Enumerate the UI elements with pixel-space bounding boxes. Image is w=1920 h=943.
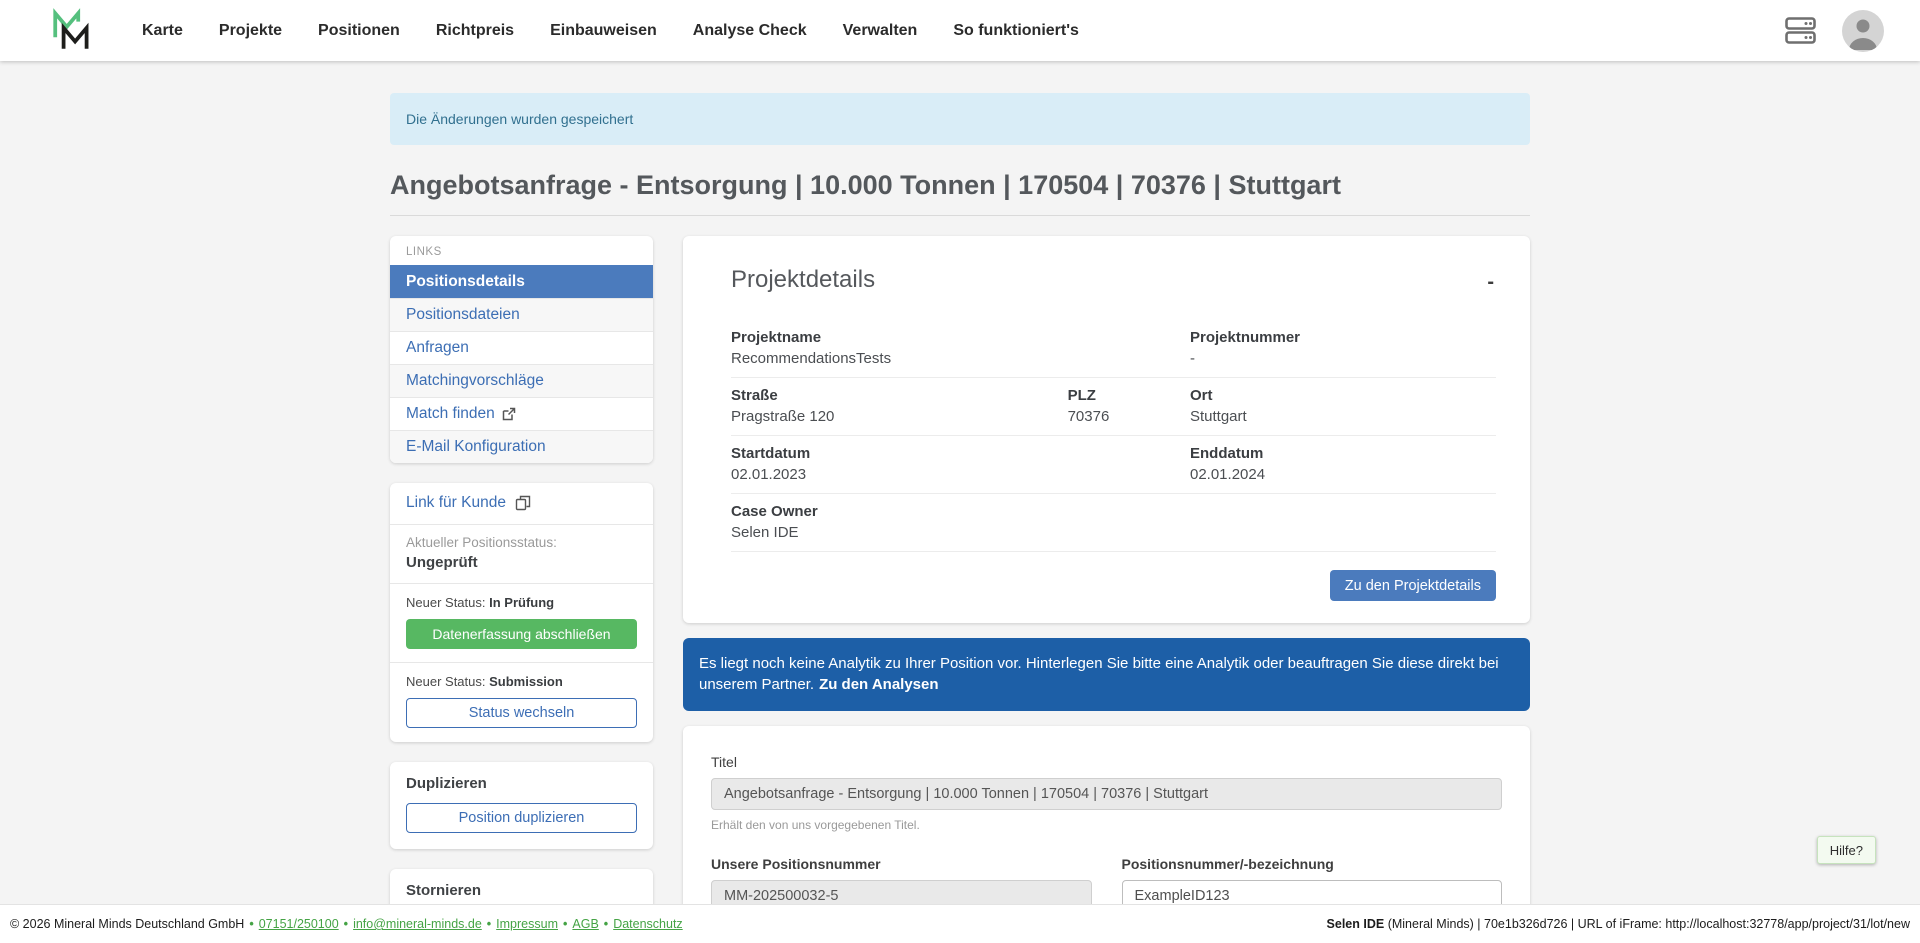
sidebar-item-positionsdateien[interactable]: Positionsdateien — [390, 298, 653, 331]
copy-icon — [515, 495, 531, 511]
field-row: StraßePragstraße 120 PLZ70376 OrtStuttga… — [731, 378, 1496, 436]
app-bar: Karte Projekte Positionen Richtpreis Ein… — [0, 0, 1920, 61]
current-status-block: Aktueller Positionsstatus: Ungeprüft — [390, 525, 653, 584]
copyright-text: © 2026 Mineral Minds Deutschland GmbH — [10, 917, 244, 931]
session-info: Selen IDE (Mineral Minds) | 70e1b326d726… — [1327, 917, 1910, 931]
project-details-card: Projektdetails - ProjektnameRecommendati… — [683, 236, 1530, 623]
links-header: LINKS — [390, 236, 653, 265]
nav-item-richtpreis[interactable]: Richtpreis — [436, 22, 514, 40]
page-content: Die Änderungen wurden gespeichert Angebo… — [0, 61, 1920, 943]
server-icon — [1785, 17, 1816, 44]
duplicate-card: Duplizieren Position duplizieren — [390, 762, 653, 849]
our-position-number-label: Unsere Positionsnummer — [711, 856, 1092, 872]
project-details-fields: ProjektnameRecommendationsTests Projektn… — [731, 320, 1496, 552]
footer-link-impressum[interactable]: Impressum — [496, 917, 558, 931]
sidebar: LINKS Positionsdetails Positionsdateien … — [390, 236, 653, 943]
sidebar-item-matchingvorschlaege[interactable]: Matchingvorschläge — [390, 364, 653, 397]
brand-logo[interactable] — [50, 8, 96, 54]
footer-link-agb[interactable]: AGB — [572, 917, 598, 931]
nav-item-analyse-check[interactable]: Analyse Check — [693, 22, 807, 40]
footer-link-datenschutz[interactable]: Datenschutz — [613, 917, 682, 931]
title-helper-text: Erhält den von uns vorgegebenen Titel. — [711, 818, 1502, 832]
cancel-title: Stornieren — [406, 882, 637, 899]
customer-link[interactable]: Link für Kunde — [390, 483, 653, 525]
customer-link-label: Link für Kunde — [406, 494, 506, 512]
footer-link-phone[interactable]: 07151/250100 — [259, 917, 339, 931]
sidebar-item-positionsdetails[interactable]: Positionsdetails — [390, 265, 653, 298]
account-menu-button[interactable] — [1842, 10, 1884, 52]
session-user: Selen IDE — [1327, 917, 1385, 931]
alert-text: Die Änderungen wurden gespeichert — [406, 111, 633, 127]
current-status-label: Aktueller Positionsstatus: — [406, 535, 637, 550]
external-link-icon — [502, 407, 516, 421]
project-details-title: Projektdetails — [731, 266, 875, 294]
analytics-banner: Es liegt noch keine Analytik zu Ihrer Po… — [683, 638, 1530, 711]
main-column: Projektdetails - ProjektnameRecommendati… — [683, 236, 1530, 943]
title-input — [711, 778, 1502, 810]
next-status-value: Submission — [489, 674, 563, 689]
next-status-line: Neuer Status: In Prüfung — [390, 584, 653, 610]
field-row: ProjektnameRecommendationsTests Projektn… — [731, 320, 1496, 378]
complete-data-entry-button[interactable]: Datenerfassung abschließen — [406, 619, 637, 649]
avatar — [1842, 10, 1884, 52]
page-title: Angebotsanfrage - Entsorgung | 10.000 To… — [390, 170, 1530, 216]
go-to-project-details-button[interactable]: Zu den Projektdetails — [1330, 570, 1496, 601]
next-status-value: In Prüfung — [489, 595, 554, 610]
title-field-label: Titel — [711, 754, 1502, 770]
top-navigation: Karte Projekte Positionen Richtpreis Ein… — [142, 22, 1079, 40]
save-success-alert: Die Änderungen wurden gespeichert — [390, 93, 1530, 145]
footer-link-email[interactable]: info@mineral-minds.de — [353, 917, 482, 931]
sidebar-item-email-konfiguration[interactable]: E-Mail Konfiguration — [390, 430, 653, 463]
session-meta: (Mineral Minds) | 70e1b326d726 | URL of … — [1384, 917, 1910, 931]
mineral-minds-logo-icon — [50, 8, 96, 54]
help-button[interactable]: Hilfe? — [1817, 836, 1876, 864]
custom-position-number-label: Positionsnummer/-bezeichnung — [1122, 856, 1503, 872]
nav-item-projekte[interactable]: Projekte — [219, 22, 282, 40]
nav-item-positionen[interactable]: Positionen — [318, 22, 400, 40]
sidebar-item-anfragen[interactable]: Anfragen — [390, 331, 653, 364]
sidebar-item-match-finden[interactable]: Match finden — [390, 397, 653, 430]
server-sessions-button[interactable] — [1785, 17, 1816, 44]
current-status-value: Ungeprüft — [406, 554, 637, 571]
next-status-line: Neuer Status: Submission — [390, 663, 653, 689]
user-icon — [1842, 10, 1884, 52]
sidebar-item-label: Match finden — [406, 405, 495, 423]
analytics-banner-link[interactable]: Zu den Analysen — [819, 676, 938, 693]
status-card: Link für Kunde Aktueller Positionsstatus… — [390, 483, 653, 742]
nav-item-einbauweisen[interactable]: Einbauweisen — [550, 22, 657, 40]
nav-item-karte[interactable]: Karte — [142, 22, 183, 40]
field-row: Startdatum02.01.2023 Enddatum02.01.2024 — [731, 436, 1496, 494]
field-row: Case OwnerSelen IDE — [731, 494, 1496, 552]
links-card: LINKS Positionsdetails Positionsdateien … — [390, 236, 653, 463]
duplicate-title: Duplizieren — [406, 775, 637, 792]
footer: © 2026 Mineral Minds Deutschland GmbH • … — [0, 904, 1920, 943]
nav-item-verwalten[interactable]: Verwalten — [843, 22, 918, 40]
duplicate-position-button[interactable]: Position duplizieren — [406, 803, 637, 833]
nav-item-so-funktionierts[interactable]: So funktioniert's — [953, 22, 1079, 40]
switch-status-button[interactable]: Status wechseln — [406, 698, 637, 728]
collapse-icon[interactable]: - — [1485, 266, 1496, 298]
